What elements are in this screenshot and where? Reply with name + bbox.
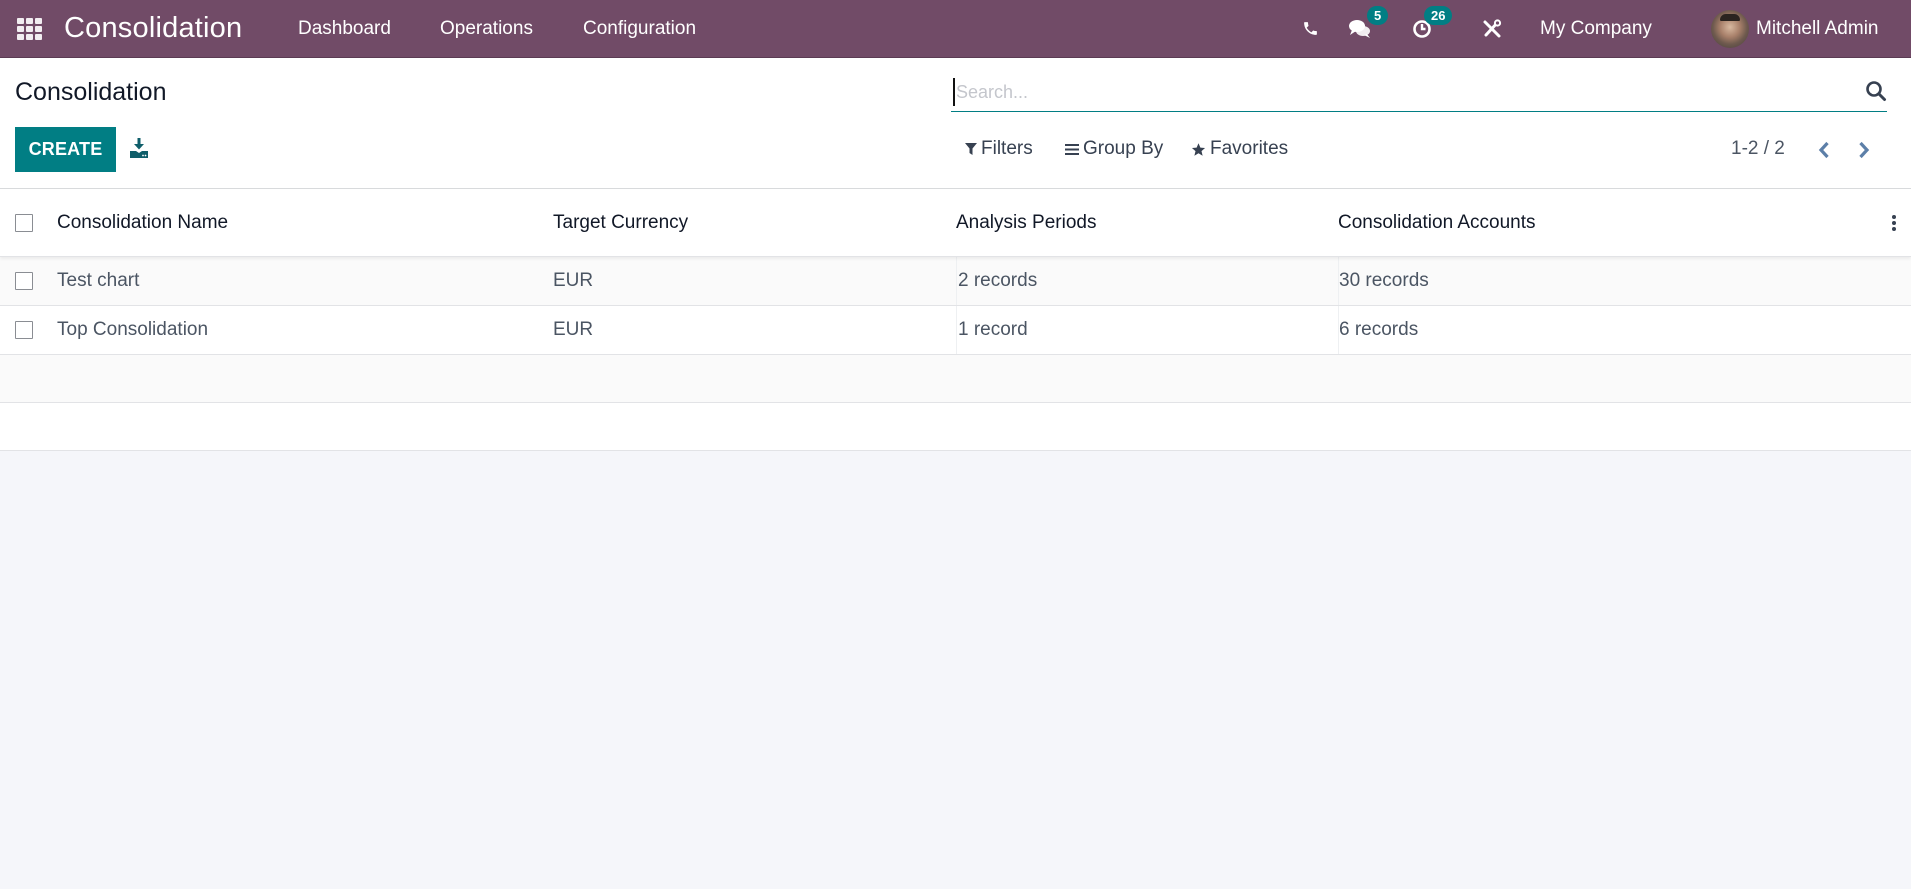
cell-name[interactable]: Top Consolidation xyxy=(57,306,547,354)
user-avatar xyxy=(1711,9,1749,48)
vertical-ellipsis-icon xyxy=(1892,214,1896,231)
optional-columns-toggle[interactable] xyxy=(1884,189,1904,256)
app-menu-button[interactable] xyxy=(14,0,44,57)
app-brand[interactable]: Consolidation xyxy=(64,0,242,57)
search-bar xyxy=(951,74,1887,112)
pager-next-button[interactable] xyxy=(1853,138,1875,162)
column-header-accounts[interactable]: Consolidation Accounts xyxy=(1338,189,1838,256)
download-icon xyxy=(130,138,148,158)
filter-icon xyxy=(965,143,977,155)
user-name: Mitchell Admin xyxy=(1756,17,1879,39)
select-all-checkbox[interactable] xyxy=(15,213,33,232)
search-input[interactable] xyxy=(953,78,1833,106)
row-checkbox[interactable] xyxy=(15,321,33,339)
menu-dashboard[interactable]: Dashboard xyxy=(298,0,391,57)
pager-previous-button[interactable] xyxy=(1813,138,1835,162)
empty-row xyxy=(0,355,1911,403)
create-button[interactable]: CREATE xyxy=(15,127,116,172)
row-select-cell xyxy=(15,306,39,354)
column-header-periods[interactable]: Analysis Periods xyxy=(956,189,1336,256)
cell-currency[interactable]: EUR xyxy=(553,306,953,354)
pager-value[interactable]: 1-2 / 2 xyxy=(1731,138,1785,160)
row-select-cell xyxy=(15,257,39,305)
filters-label: Filters xyxy=(981,138,1033,159)
apps-grid-icon xyxy=(16,17,42,40)
phone-icon xyxy=(1303,22,1317,35)
cell-accounts[interactable]: 30 records xyxy=(1338,257,1838,305)
group-by-label: Group By xyxy=(1083,138,1164,159)
filters-button[interactable]: Filters xyxy=(965,136,1033,162)
empty-row xyxy=(0,403,1911,451)
user-menu[interactable]: Mitchell Admin xyxy=(1711,0,1879,57)
favorites-button[interactable]: Favorites xyxy=(1191,136,1288,162)
debug-tools-button[interactable] xyxy=(1477,0,1507,57)
star-icon xyxy=(1191,142,1206,156)
cell-periods[interactable]: 2 records xyxy=(956,257,1336,305)
column-header-currency[interactable]: Target Currency xyxy=(553,189,953,256)
chevron-left-icon xyxy=(1818,141,1829,159)
messages-count-badge: 5 xyxy=(1367,6,1389,25)
chevron-right-icon xyxy=(1859,141,1870,159)
control-panel: Consolidation CREATE Filters Group By Fa… xyxy=(0,58,1911,189)
group-by-button[interactable]: Group By xyxy=(1065,136,1163,162)
cell-periods[interactable]: 1 record xyxy=(956,306,1336,354)
column-header-name[interactable]: Consolidation Name xyxy=(57,189,547,256)
search-icon[interactable] xyxy=(1865,80,1887,102)
export-button[interactable] xyxy=(129,137,153,161)
company-switcher[interactable]: My Company xyxy=(1540,0,1652,57)
menu-operations[interactable]: Operations xyxy=(440,0,533,57)
table-header-row: Consolidation Name Target Currency Analy… xyxy=(0,189,1911,257)
cell-currency[interactable]: EUR xyxy=(553,257,953,305)
cell-name[interactable]: Test chart xyxy=(57,257,547,305)
page-title: Consolidation xyxy=(15,78,167,106)
list-table: Consolidation Name Target Currency Analy… xyxy=(0,189,1911,451)
bars-icon xyxy=(1065,143,1079,155)
favorites-label: Favorites xyxy=(1210,138,1289,159)
table-row[interactable]: Top Consolidation EUR 1 record 6 records xyxy=(0,306,1911,355)
table-row[interactable]: Test chart EUR 2 records 30 records xyxy=(0,257,1911,306)
menu-configuration[interactable]: Configuration xyxy=(583,0,696,57)
tools-icon xyxy=(1483,18,1502,37)
select-all-cell xyxy=(15,189,39,256)
top-navbar: Consolidation Dashboard Operations Confi… xyxy=(0,0,1911,58)
row-checkbox[interactable] xyxy=(15,272,33,290)
phone-button[interactable] xyxy=(1295,0,1325,57)
activities-count-badge: 26 xyxy=(1424,6,1453,25)
cell-accounts[interactable]: 6 records xyxy=(1338,306,1838,354)
